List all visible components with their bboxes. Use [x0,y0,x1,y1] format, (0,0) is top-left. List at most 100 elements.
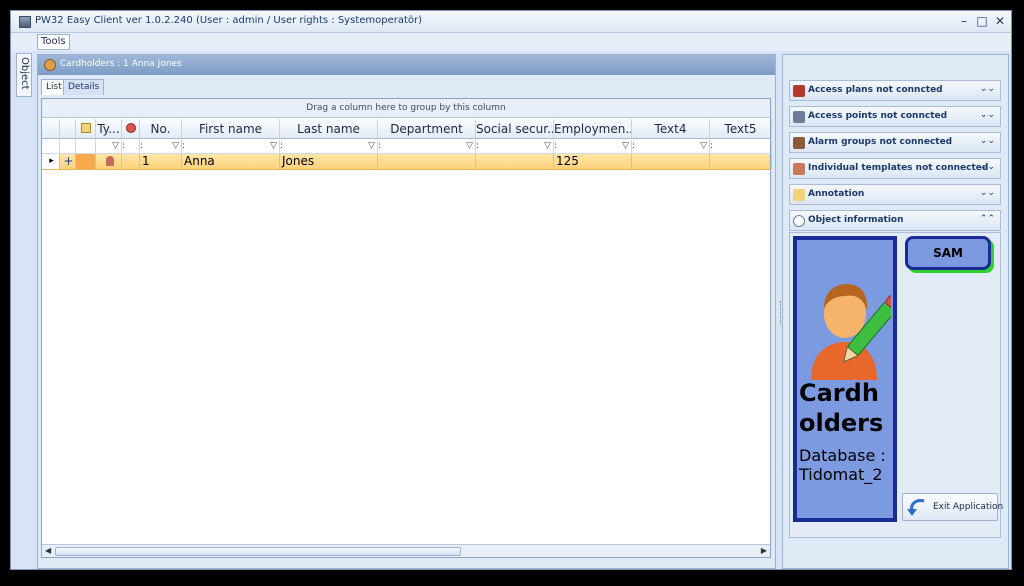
chevron-up-icon: ⌃⌃ [979,214,995,224]
row-type-cell [96,154,122,169]
menu-tools[interactable]: Tools [37,34,70,50]
window-title: PW32 Easy Client ver 1.0.2.240 (User : a… [35,15,423,26]
scroll-right-icon[interactable]: ▶ [761,545,767,557]
app-window: PW32 Easy Client ver 1.0.2.240 (User : a… [10,10,1012,570]
column-header-annotation[interactable] [76,119,96,138]
filter-icon[interactable]: ▽ [700,140,707,153]
row-employment-cell: 125 [554,154,632,169]
accordion-alarm-groups[interactable]: Alarm groups not connected ⌄⌄ [789,132,1001,153]
filter-icon[interactable]: ▽ [466,140,473,153]
row-text5-cell [710,154,772,169]
filter-icon[interactable]: ▽ [172,140,179,153]
filter-icon[interactable]: ▽ [368,140,375,153]
title-bar: PW32 Easy Client ver 1.0.2.240 (User : a… [11,11,1011,33]
column-header-blocked[interactable] [122,119,140,138]
column-header-indicator [42,119,60,138]
filter-cell [60,140,76,153]
filter-cell-last-name[interactable]: : ▽ [280,140,378,153]
row-first-name-cell: Anna [182,154,280,169]
sidebar-tab-object[interactable]: Object [16,53,32,97]
column-header-first-name[interactable]: First name [182,119,280,138]
group-by-area[interactable]: Drag a column here to group by this colu… [42,99,770,118]
object-information-content: Cardholders Database : Tidomat_2 SAM Exi… [789,232,1003,538]
close-button[interactable]: ✕ [991,14,1009,30]
filter-cell-blocked[interactable]: : [122,140,140,153]
row-annotation-cell [76,154,96,169]
chevron-down-icon: ⌄⌄ [979,162,995,172]
grid-header-row: Ty... No. First name Last name Departmen… [42,119,772,139]
filter-icon[interactable]: ▽ [622,140,629,153]
horizontal-scrollbar[interactable]: ◀ ▶ [42,544,770,557]
filter-cell-no[interactable]: : ▽ [140,140,182,153]
row-indicator-icon: ▸ [42,154,60,169]
exit-arrow-icon [907,499,925,516]
chevron-down-icon: ⌄⌄ [979,84,995,94]
row-expand-button[interactable]: + [60,154,76,169]
filter-cell-text5[interactable]: : [710,140,772,153]
menu-bar: Tools [11,33,1011,51]
filter-icon[interactable]: ▽ [544,140,551,153]
accordion-access-plans[interactable]: Access plans not conncted ⌄⌄ [789,80,1001,101]
filter-cell-social-security[interactable]: : ▽ [476,140,554,153]
cardholders-panel: Cardholders : 1 Anna Jones List Details … [37,54,776,569]
column-header-social-security[interactable]: Social secur... [476,119,554,138]
scroll-left-icon[interactable]: ◀ [45,545,51,557]
column-header-no[interactable]: No. [140,119,182,138]
table-row[interactable]: ▸ + 1 Anna Jones 125 [42,154,772,170]
accordion-label: Alarm groups not connected [808,137,953,147]
access-point-icon [793,111,805,123]
tab-details[interactable]: Details [63,79,105,95]
exit-application-button[interactable]: Exit Application [902,493,1003,521]
filter-icon[interactable]: ▽ [270,140,277,153]
column-header-department[interactable]: Department [378,119,476,138]
maximize-button[interactable]: □ [973,14,991,30]
accordion-object-information[interactable]: Object information ⌃⌃ [789,210,1001,231]
accordion-annotation[interactable]: Annotation ⌄⌄ [789,184,1001,205]
row-no-cell: 1 [140,154,182,169]
filter-row: ▽ : : ▽ : ▽ : ▽ : ▽ : ▽ : ▽ : ▽ : [42,140,772,154]
exit-label: Exit Application [933,502,1004,512]
object-card: Cardholders Database : Tidomat_2 [793,236,897,522]
column-header-last-name[interactable]: Last name [280,119,378,138]
accordion-label: Individual templates not connected [808,163,989,173]
object-title: Cardholders [799,379,884,437]
accordion-label: Annotation [808,189,865,199]
template-icon [793,163,805,175]
column-header-employment[interactable]: Employmen... [554,119,632,138]
column-header-text5[interactable]: Text5 [710,119,772,138]
cardholder-avatar-icon [811,284,891,380]
filter-cell-employment[interactable]: : ▽ [554,140,632,153]
accordion-access-points[interactable]: Access points not conncted ⌄⌄ [789,106,1001,127]
app-icon [19,16,31,28]
filter-icon[interactable]: ▽ [112,140,119,153]
chevron-down-icon: ⌄⌄ [979,136,995,146]
database-info: Database : Tidomat_2 [799,446,895,484]
panel-header: Cardholders : 1 Anna Jones [38,55,775,75]
annotation-icon [793,189,805,201]
database-label: Database : [799,446,886,465]
sidebar-tab-label: Object [19,57,30,90]
info-panel: Access plans not conncted ⌄⌄ Access poin… [782,54,1009,569]
accordion-label: Object information [808,215,904,225]
column-header-text4[interactable]: Text4 [632,119,710,138]
accordion-label: Access plans not conncted [808,85,943,95]
filter-cell-text4[interactable]: : ▽ [632,140,710,153]
chevron-down-icon: ⌄⌄ [979,110,995,120]
filter-cell-type[interactable]: ▽ [96,140,122,153]
database-name: Tidomat_2 [799,465,883,484]
filter-cell [76,140,96,153]
scrollbar-thumb[interactable] [55,547,461,556]
access-plan-icon [793,85,805,97]
chevron-down-icon: ⌄⌄ [979,188,995,198]
filter-cell-department[interactable]: : ▽ [378,140,476,153]
panel-title: Cardholders : 1 Anna Jones [60,59,182,69]
minimize-button[interactable]: – [955,14,973,30]
column-header-type[interactable]: Ty... [96,119,122,138]
column-header-expand [60,119,76,138]
filter-cell-first-name[interactable]: : ▽ [182,140,280,153]
sam-button[interactable]: SAM [905,236,991,270]
row-blocked-cell [122,154,140,169]
accordion-label: Access points not conncted [808,111,948,121]
accordion-individual-templates[interactable]: Individual templates not connected ⌄⌄ [789,158,1001,179]
alarm-icon [793,137,805,149]
